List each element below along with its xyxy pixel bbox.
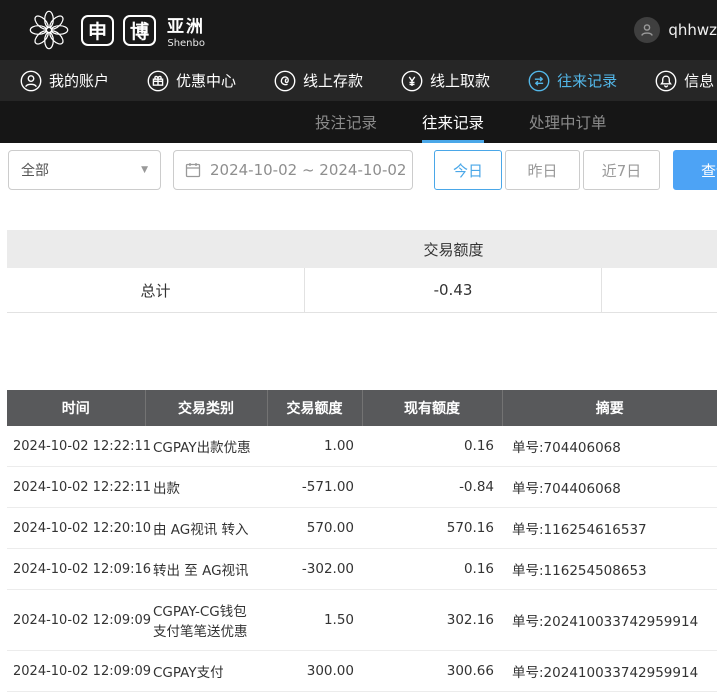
- nav-item-label: 往来记录: [557, 70, 617, 91]
- account-area[interactable]: qhhwz: [634, 17, 717, 43]
- tab-processing-orders[interactable]: 处理中订单: [529, 101, 607, 143]
- yesterday-button[interactable]: 昨日: [505, 150, 580, 190]
- username: qhhwz: [668, 21, 717, 39]
- chevron-down-icon: ▼: [141, 165, 148, 175]
- nav-item-label: 线上取款: [430, 70, 490, 91]
- transfer-arrows-icon: [528, 70, 550, 92]
- category-select-value: 全部: [21, 160, 49, 180]
- table-cell: 2024-10-02 12:22:11: [7, 467, 145, 508]
- today-button[interactable]: 今日: [434, 150, 502, 190]
- user-avatar-icon: [634, 17, 660, 43]
- flower-logo-icon: [26, 7, 72, 53]
- table-row: 2024-10-02 12:22:11出款-571.00-0.84单号:7044…: [7, 467, 717, 508]
- table-cell: 570.00: [267, 508, 362, 549]
- record-tabs: 投注记录 往来记录 处理中订单: [0, 101, 717, 143]
- summary-total-value: -0.43: [305, 268, 602, 312]
- table-row: 2024-10-02 12:09:16转出 至 AG视讯-302.000.16单…: [7, 549, 717, 590]
- table-cell: 单号:116254616537: [502, 508, 717, 549]
- table-cell: 单号:202410033742959914: [502, 651, 717, 692]
- deposit-icon: [274, 70, 296, 92]
- nav-item-my-account[interactable]: 我的账户: [20, 70, 109, 92]
- date-range-value: 2024-10-02 ~ 2024-10-02: [210, 161, 406, 179]
- nav-item-label: 线上存款: [303, 70, 363, 91]
- table-row: 2024-10-02 12:22:11CGPAY出款优惠1.000.16单号:7…: [7, 426, 717, 467]
- column-header-amount: 交易额度: [267, 390, 362, 426]
- table-cell: -302.00: [267, 549, 362, 590]
- category-select[interactable]: 全部 ▼: [8, 150, 161, 190]
- table-row: 2024-10-02 12:09:09CGPAY-CG钱包支付笔笔送优惠1.50…: [7, 590, 717, 651]
- table-cell: 302.16: [362, 590, 502, 651]
- table-cell: 由 AG视讯 转入: [145, 508, 267, 549]
- table-cell: 单号:704406068: [502, 426, 717, 467]
- calendar-icon: [185, 162, 201, 178]
- table-cell: 0.16: [362, 426, 502, 467]
- summary-empty-cell: [602, 268, 717, 312]
- table-row: 2024-10-02 12:09:09CGPAY支付300.00300.66单号…: [7, 651, 717, 692]
- table-cell: 出款: [145, 467, 267, 508]
- table-cell: -571.00: [267, 467, 362, 508]
- top-bar: 申 博 亚洲 Shenbo qhhwz: [0, 0, 717, 60]
- table-cell: 2024-10-02 12:09:16: [7, 549, 145, 590]
- summary-table: 交易额度 总计 -0.43: [7, 230, 717, 313]
- table-cell: 570.16: [362, 508, 502, 549]
- filter-bar: 全部 ▼ 2024-10-02 ~ 2024-10-02 今日 昨日 近7日 查…: [0, 143, 717, 197]
- brand-char-1: 申: [81, 15, 114, 46]
- transactions-table: 时间 交易类别 交易额度 现有额度 摘要 2024-10-02 12:22:11…: [7, 390, 717, 692]
- brand-region: 亚洲: [167, 12, 205, 37]
- table-cell: 2024-10-02 12:20:10: [7, 508, 145, 549]
- gift-icon: [147, 70, 169, 92]
- summary-total-row: 总计 -0.43: [7, 268, 717, 313]
- summary-total-label: 总计: [7, 268, 305, 312]
- brand-char-2: 博: [123, 15, 156, 46]
- table-cell: -0.84: [362, 467, 502, 508]
- table-cell: 2024-10-02 12:09:09: [7, 651, 145, 692]
- last7days-button[interactable]: 近7日: [583, 150, 660, 190]
- table-cell: CGPAY支付: [145, 651, 267, 692]
- transactions-body: 2024-10-02 12:22:11CGPAY出款优惠1.000.16单号:7…: [7, 426, 717, 692]
- date-range-input[interactable]: 2024-10-02 ~ 2024-10-02: [173, 150, 413, 190]
- table-cell: CGPAY出款优惠: [145, 426, 267, 467]
- summary-header-row: 交易额度: [7, 230, 717, 268]
- table-cell: CGPAY-CG钱包支付笔笔送优惠: [145, 590, 267, 651]
- table-cell: 1.50: [267, 590, 362, 651]
- withdraw-icon: [401, 70, 423, 92]
- column-header-type: 交易类别: [145, 390, 267, 426]
- column-header-balance: 现有额度: [362, 390, 502, 426]
- tab-bet-records[interactable]: 投注记录: [315, 101, 377, 143]
- table-cell: 单号:202410033742959914: [502, 590, 717, 651]
- table-cell: 2024-10-02 12:22:11: [7, 426, 145, 467]
- table-cell: 单号:116254508653: [502, 549, 717, 590]
- column-header-time: 时间: [7, 390, 145, 426]
- table-row: 2024-10-02 12:20:10由 AG视讯 转入570.00570.16…: [7, 508, 717, 549]
- nav-item-label: 优惠中心: [176, 70, 236, 91]
- nav-item-deposit[interactable]: 线上存款: [274, 70, 363, 92]
- summary-header-label: 交易额度: [305, 239, 602, 260]
- table-cell: 转出 至 AG视讯: [145, 549, 267, 590]
- table-cell: 300.66: [362, 651, 502, 692]
- table-cell: 1.00: [267, 426, 362, 467]
- table-cell: 单号:704406068: [502, 467, 717, 508]
- nav-item-withdraw[interactable]: 线上取款: [401, 70, 490, 92]
- nav-item-messages[interactable]: 信息: [655, 70, 714, 92]
- table-cell: 2024-10-02 12:09:09: [7, 590, 145, 651]
- brand-logo[interactable]: 申 博 亚洲 Shenbo: [26, 7, 205, 53]
- table-cell: 0.16: [362, 549, 502, 590]
- nav-item-label: 信息: [684, 70, 714, 91]
- table-header-row: 时间 交易类别 交易额度 现有额度 摘要: [7, 390, 717, 426]
- main-nav: 我的账户 优惠中心 线上存款 线上取款: [0, 60, 717, 101]
- brand-subtitle: Shenbo: [167, 38, 205, 49]
- tab-transaction-records[interactable]: 往来记录: [422, 101, 484, 143]
- column-header-memo: 摘要: [502, 390, 717, 426]
- search-button[interactable]: 查询: [673, 150, 717, 190]
- user-icon: [20, 70, 42, 92]
- table-cell: 300.00: [267, 651, 362, 692]
- bell-icon: [655, 70, 677, 92]
- nav-item-promotions[interactable]: 优惠中心: [147, 70, 236, 92]
- nav-item-label: 我的账户: [49, 70, 109, 91]
- nav-item-transactions[interactable]: 往来记录: [528, 70, 617, 92]
